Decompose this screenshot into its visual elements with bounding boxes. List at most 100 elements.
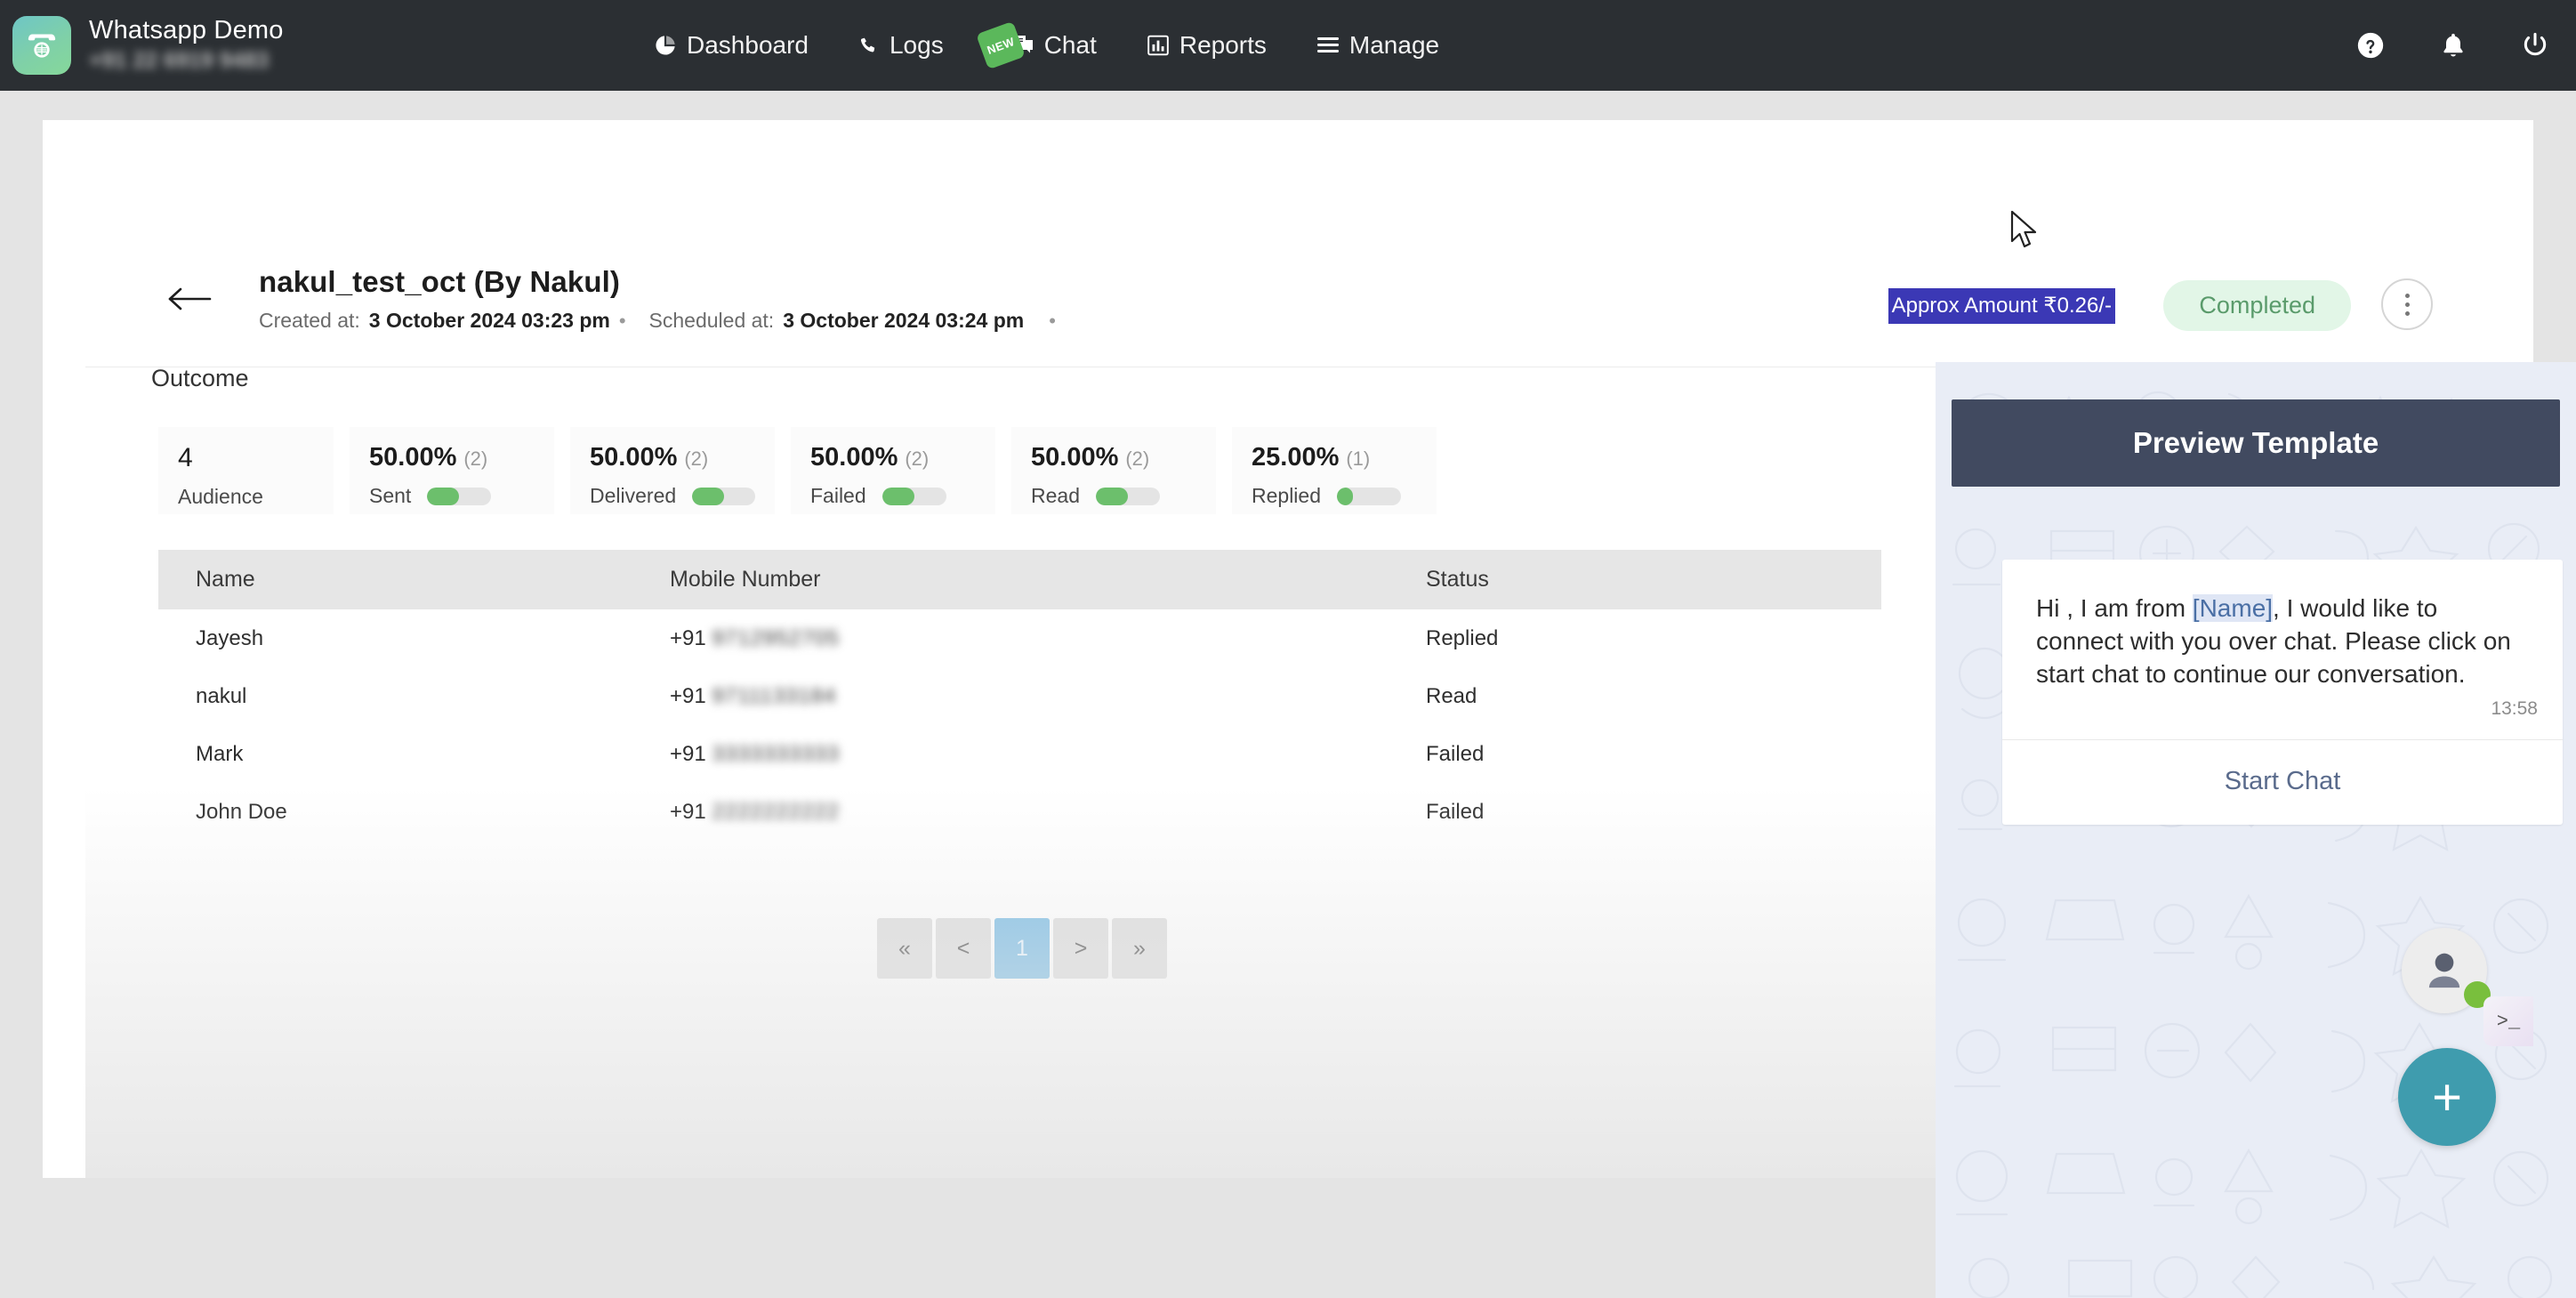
app-logo-icon xyxy=(12,16,71,75)
top-navigation-bar: Whatsapp Demo +91 22 6919 9483 Dashboard… xyxy=(0,0,2576,91)
stat-bar-read xyxy=(1096,488,1160,505)
stat-count-sent: (2) xyxy=(463,447,487,471)
stat-count-read: (2) xyxy=(1125,447,1149,471)
pagination-last[interactable]: » xyxy=(1112,918,1167,979)
cell-name: John Doe xyxy=(158,800,670,825)
stat-card-replied: 25.00% (1) Replied xyxy=(1232,427,1437,514)
brand: Whatsapp Demo +91 22 6919 9483 xyxy=(0,16,284,75)
column-header-mobile: Mobile Number xyxy=(670,567,1426,593)
message-placeholder-token: [Name] xyxy=(2193,594,2273,622)
page-bottom-fade xyxy=(85,786,1936,1178)
campaign-meta: Created at: 3 October 2024 03:23 pm • Sc… xyxy=(259,309,1056,333)
cell-status: Failed xyxy=(1426,800,1881,825)
mobile-masked: 9712952705 xyxy=(712,626,839,650)
cell-mobile: +91 3333333333 xyxy=(670,742,1426,767)
outcome-heading: Outcome xyxy=(151,365,249,392)
page-card: nakul_test_oct (By Nakul) Created at: 3 … xyxy=(43,120,2533,1178)
stat-card-delivered: 50.00% (2) Delivered xyxy=(570,427,775,514)
phone-icon xyxy=(858,35,880,56)
table-header-row: Name Mobile Number Status xyxy=(158,550,1881,609)
brand-name: Whatsapp Demo xyxy=(89,17,284,45)
bell-icon[interactable] xyxy=(2439,30,2467,60)
user-avatar-icon[interactable] xyxy=(2402,928,2487,1013)
pagination-prev[interactable]: < xyxy=(936,918,991,979)
preview-template-panel: Preview Template Hi , I am from [Name], … xyxy=(1936,362,2576,1298)
stat-percent-read: 50.00% xyxy=(1031,443,1118,472)
nav-label-logs: Logs xyxy=(890,31,944,60)
back-arrow-icon[interactable] xyxy=(167,284,212,318)
cell-status: Replied xyxy=(1426,626,1881,651)
stat-percent-replied: 25.00% xyxy=(1252,443,1339,472)
stat-count-replied: (1) xyxy=(1346,447,1370,471)
cell-mobile: +91 9711133184 xyxy=(670,684,1426,709)
stat-bar-failed xyxy=(882,488,946,505)
scheduled-at-value: 3 October 2024 03:24 pm xyxy=(783,309,1024,333)
stat-bar-delivered xyxy=(692,488,755,505)
nav-label-reports: Reports xyxy=(1179,31,1267,60)
stat-percent-delivered: 50.00% xyxy=(590,443,677,472)
power-icon[interactable] xyxy=(2521,30,2549,60)
stat-count-delivered: (2) xyxy=(684,447,708,471)
page-title: nakul_test_oct (By Nakul) xyxy=(259,265,620,299)
mobile-prefix: +91 xyxy=(670,684,706,708)
pagination: « < 1 > » xyxy=(877,918,1171,979)
nav-item-chat[interactable]: NEW Chat xyxy=(1010,31,1097,60)
outcome-stats: 4 Audience 50.00% (2) Sent 50.00% (2) De… xyxy=(158,427,1437,514)
meta-separator-1: • xyxy=(619,310,626,333)
stat-bar-sent xyxy=(427,488,491,505)
mobile-masked: 2222222222 xyxy=(712,800,839,824)
preview-template-header: Preview Template xyxy=(1952,399,2560,487)
cell-name: Jayesh xyxy=(158,626,670,651)
meta-separator-2: • xyxy=(1049,310,1056,333)
pagination-page-1[interactable]: 1 xyxy=(994,918,1050,979)
stat-label-replied: Replied xyxy=(1252,484,1321,508)
cell-status: Failed xyxy=(1426,742,1881,767)
preview-message-text: Hi , I am from [Name], I would like to c… xyxy=(2002,560,2563,698)
preview-message-time: 13:58 xyxy=(2002,698,2563,739)
nav-item-reports[interactable]: Reports xyxy=(1147,31,1267,60)
nav-item-manage[interactable]: Manage xyxy=(1316,31,1439,60)
scheduled-at-label: Scheduled at: xyxy=(649,309,775,333)
stat-card-failed: 50.00% (2) Failed xyxy=(791,427,995,514)
nav-item-dashboard[interactable]: Dashboard xyxy=(654,31,809,60)
stat-label-failed: Failed xyxy=(810,484,866,508)
approx-amount-text: Approx Amount ₹0.26/- xyxy=(1888,288,2115,324)
preview-message-card: Hi , I am from [Name], I would like to c… xyxy=(2002,560,2563,825)
stat-value-audience: 4 xyxy=(178,443,193,473)
topbar-actions xyxy=(2355,0,2549,91)
help-circle-icon[interactable] xyxy=(2355,30,2386,60)
mobile-prefix: +91 xyxy=(670,742,706,766)
column-header-name: Name xyxy=(158,567,670,593)
stat-percent-failed: 50.00% xyxy=(810,443,898,472)
bar-chart-icon xyxy=(1147,34,1170,57)
stat-label-delivered: Delivered xyxy=(590,484,676,508)
stat-label-read: Read xyxy=(1031,484,1080,508)
stat-card-audience: 4 Audience xyxy=(158,427,334,514)
new-badge: NEW xyxy=(976,21,1026,70)
add-button-fab[interactable]: + xyxy=(2398,1048,2496,1146)
brand-phone-number: +91 22 6919 9483 xyxy=(89,48,284,74)
stat-percent-sent: 50.00% xyxy=(369,443,456,472)
created-at-label: Created at: xyxy=(259,309,360,333)
pagination-next[interactable]: > xyxy=(1053,918,1108,979)
main-nav: Dashboard Logs NEW Chat xyxy=(654,0,1439,91)
cell-mobile: +91 2222222222 xyxy=(670,800,1426,825)
created-at-value: 3 October 2024 03:23 pm xyxy=(369,309,610,333)
table-row: John Doe +91 2222222222 Failed xyxy=(158,783,1881,841)
nav-label-chat: Chat xyxy=(1044,31,1097,60)
hamburger-icon xyxy=(1316,36,1340,55)
cell-name: nakul xyxy=(158,684,670,709)
mobile-prefix: +91 xyxy=(670,626,706,650)
mobile-masked: 3333333333 xyxy=(712,742,839,766)
start-chat-button[interactable]: Start Chat xyxy=(2002,740,2563,825)
table-row: Jayesh +91 9712952705 Replied xyxy=(158,609,1881,667)
cell-mobile: +91 9712952705 xyxy=(670,626,1426,651)
message-part-before: Hi , I am from xyxy=(2036,594,2193,622)
pagination-first[interactable]: « xyxy=(877,918,932,979)
kebab-menu-icon[interactable] xyxy=(2381,278,2433,330)
console-widget-icon[interactable]: >_ xyxy=(2483,996,2533,1046)
stat-card-read: 50.00% (2) Read xyxy=(1011,427,1216,514)
stat-label-audience: Audience xyxy=(178,485,263,509)
nav-item-logs[interactable]: Logs xyxy=(858,31,944,60)
nav-label-dashboard: Dashboard xyxy=(687,31,809,60)
